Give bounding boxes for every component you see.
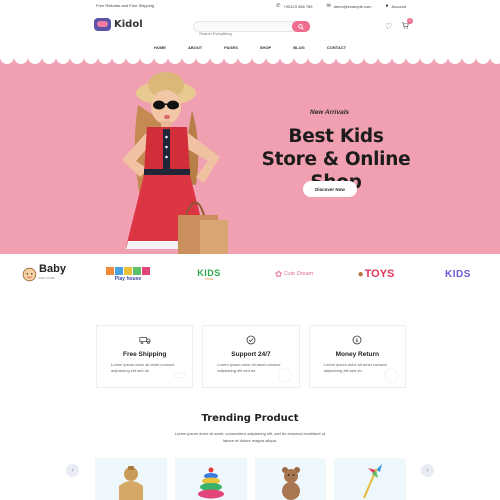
search-input[interactable]	[194, 29, 290, 38]
brand-toys-text: TOYS	[364, 268, 395, 280]
nav-home-label: HOME	[153, 45, 166, 50]
trending-products	[95, 458, 406, 500]
discover-now-button[interactable]: Discover Now	[303, 181, 357, 197]
feature-desc: Lorem ipsum dolor sit amet consect adipi…	[217, 362, 281, 373]
phone-link[interactable]: ✆ +00123 456 789	[276, 3, 312, 9]
trending-desc: Lorem ipsum dolor sit amet, consectetur …	[174, 431, 326, 443]
promo-text: Free Refunds and Free Shipping	[96, 3, 155, 8]
account-text: Account	[391, 3, 406, 9]
product-card-teddy-bear[interactable]	[254, 458, 327, 500]
money-icon: $	[310, 335, 405, 347]
search-button[interactable]	[292, 21, 310, 32]
search-icon	[298, 23, 304, 30]
baby-face-icon	[22, 267, 37, 281]
brand-logo-cute-dream[interactable]: ✿ Cute Dream	[270, 263, 318, 285]
feature-free-shipping: Free Shipping Lorem ipsum dolor sit amet…	[96, 325, 194, 388]
hero-banner: New Arrivals Best Kids Store & Online Sh…	[0, 57, 500, 254]
feature-money-return: $ Money Return Lorem ipsum dolor sit ame…	[308, 325, 406, 388]
logo[interactable]: Kidol	[94, 18, 143, 31]
feature-desc: Lorem ipsum dolor sit amet consect adipi…	[323, 362, 387, 373]
carousel-prev-button[interactable]: ‹	[66, 464, 79, 477]
nav-contact[interactable]: CONTACT	[327, 45, 346, 50]
brand-kids-sub: STORE	[204, 277, 214, 281]
svg-text:$: $	[356, 338, 359, 344]
teddy-bear-icon: ●	[357, 268, 364, 280]
product-card-toy-windmill[interactable]	[334, 458, 406, 500]
nav-shop-label: SHOP	[259, 45, 272, 50]
hero-girl-image	[122, 72, 228, 254]
nav-pages[interactable]: PAGES	[224, 45, 238, 50]
site-header: Kidol ♡ 0 HOME ABOUT PAGES SHOP BLOG CON…	[0, 11, 500, 57]
brand-logo-kids-2[interactable]: KIDS	[440, 263, 476, 285]
logo-text: Kidol	[114, 19, 143, 30]
heart-icon[interactable]: ♡	[385, 22, 392, 31]
support-watermark-icon: ◯	[276, 366, 293, 382]
support-icon	[203, 335, 298, 347]
feature-desc: Lorem ipsum dolor sit amet consect adipi…	[111, 362, 175, 373]
feature-title: Free Shipping	[122, 351, 167, 358]
brand-logo-toys[interactable]: ● TOYS	[350, 263, 402, 285]
truck-icon	[97, 335, 192, 347]
trending-title: Trending Product	[201, 413, 299, 424]
wooden-toy-image	[119, 466, 143, 500]
nav-shop[interactable]: SHOP	[260, 45, 271, 50]
scallop-border	[0, 57, 500, 64]
brand-play-text: Play house	[114, 275, 142, 282]
teddy-bear-image	[281, 467, 300, 500]
chevron-right-icon: ›	[426, 467, 429, 474]
phone-icon: ✆	[276, 3, 281, 9]
feature-title: Support 24/7	[231, 351, 271, 358]
carousel-next-button[interactable]: ›	[421, 464, 434, 477]
nav-blog-label: BLOG	[293, 45, 305, 50]
email-link[interactable]: ✉ demo@example.com	[326, 3, 371, 9]
brand-cute-text: Cute Dream	[283, 271, 314, 277]
hero-eyebrow: New Arrivals	[310, 109, 350, 116]
product-card-wooden-toy[interactable]	[95, 458, 167, 500]
brand-logos-strip: Baby BABY STORE Play house KIDS STORE ✿ …	[0, 254, 500, 296]
truck-watermark-icon: ▭	[173, 366, 187, 382]
phone-text: +00123 456 789	[283, 3, 313, 9]
main-nav: HOME ABOUT PAGES SHOP BLOG CONTACT	[0, 45, 500, 50]
feature-boxes: Free Shipping Lorem ipsum dolor sit amet…	[96, 325, 406, 388]
brand-logo-kids[interactable]: KIDS STORE	[193, 263, 225, 285]
nav-about[interactable]: ABOUT	[188, 45, 202, 50]
logo-icon	[94, 18, 111, 31]
feature-title: Money Return	[335, 351, 379, 358]
email-text: demo@example.com	[333, 3, 372, 9]
brand-kids2-text: KIDS	[445, 268, 471, 280]
cart-count-badge: 0	[407, 18, 414, 24]
nav-blog[interactable]: BLOG	[293, 45, 305, 50]
search-bar	[193, 21, 310, 38]
account-link[interactable]: ● Account	[386, 3, 406, 9]
flower-icon: ✿	[274, 268, 283, 279]
brand-logo-baby[interactable]: Baby BABY STORE	[18, 263, 70, 285]
toy-windmill-image	[363, 464, 383, 499]
brand-baby-sub: BABY STORE	[39, 277, 55, 280]
brand-logo-playhouse[interactable]: Play house	[105, 263, 151, 285]
block-letters-icon	[106, 266, 150, 275]
cart-icon[interactable]: 0	[401, 18, 414, 31]
nav-about-label: ABOUT	[187, 45, 203, 50]
nav-contact-label: CONTACT	[326, 45, 347, 50]
nav-home[interactable]: HOME	[154, 45, 166, 50]
feature-support: Support 24/7 Lorem ipsum dolor sit amet …	[202, 325, 300, 388]
brand-baby-text: Baby	[39, 263, 66, 275]
brand-kids-text: KIDS	[197, 267, 221, 278]
chevron-left-icon: ‹	[71, 467, 74, 474]
money-watermark-icon: ◯	[383, 366, 399, 382]
stacking-rings-image	[197, 467, 224, 499]
mail-icon: ✉	[326, 3, 331, 9]
nav-pages-label: PAGES	[224, 45, 238, 50]
top-bar: Free Refunds and Free Shipping ✆ +00123 4…	[0, 0, 500, 11]
user-icon: ●	[385, 3, 389, 9]
product-card-stacking-rings[interactable]	[174, 458, 247, 500]
